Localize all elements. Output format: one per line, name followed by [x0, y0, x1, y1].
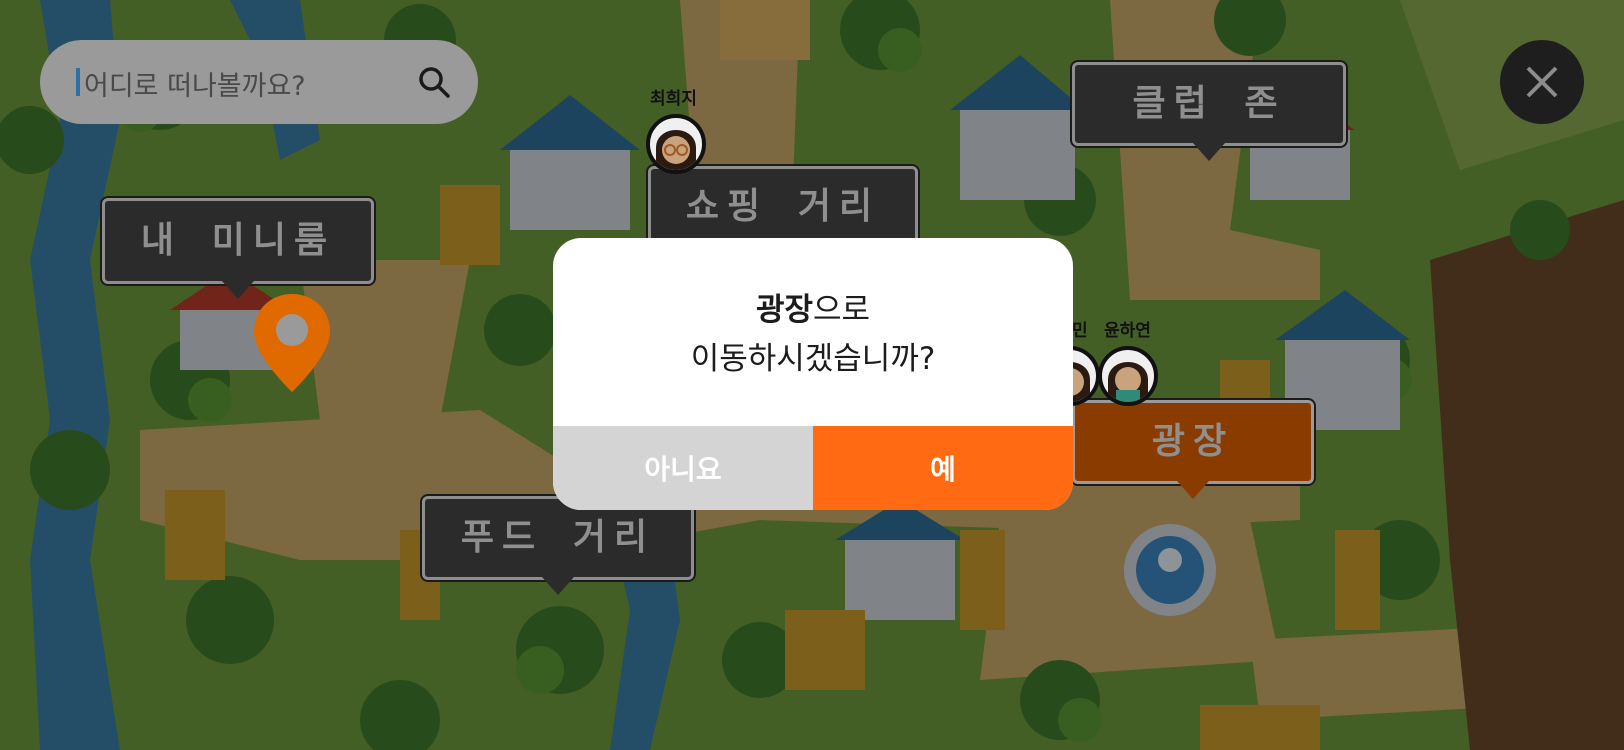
dialog-destination: 광장	[755, 292, 813, 328]
search-icon[interactable]	[416, 64, 452, 100]
sign-tail	[222, 281, 254, 299]
dialog-question: 이동하시겠습니까?	[690, 341, 936, 377]
sign-plaza[interactable]: 광장	[1072, 400, 1314, 499]
sign-food-label: 푸드 거리	[460, 517, 656, 558]
sign-my-room-label: 내 미니룸	[140, 220, 336, 261]
player-name: 윤하연	[1104, 321, 1151, 341]
sign-club-zone[interactable]: 클럽 존	[1072, 62, 1346, 161]
sign-shopping-label: 쇼핑 거리	[685, 186, 881, 227]
player-avatar[interactable]	[646, 114, 706, 174]
text-caret	[76, 68, 80, 96]
sign-tail	[1177, 481, 1209, 499]
sign-club-label: 클럽 존	[1132, 83, 1286, 124]
search-bar[interactable]: 어디로 떠나볼까요?	[40, 40, 478, 124]
sign-tail	[542, 577, 574, 595]
player-name: 최희지	[650, 89, 697, 109]
confirm-dialog: 광장으로 이동하시겠습니까? 아니요 예	[553, 238, 1073, 510]
dialog-suffix: 으로	[813, 292, 871, 328]
close-icon	[1526, 66, 1558, 98]
dialog-message: 광장으로 이동하시겠습니까?	[553, 286, 1073, 384]
player-avatar[interactable]	[1098, 346, 1158, 406]
sign-plaza-label: 광장	[1151, 421, 1235, 462]
sign-tail	[1193, 143, 1225, 161]
player-name: 민	[1072, 321, 1088, 341]
search-input[interactable]: 어디로 떠나볼까요?	[84, 64, 306, 103]
sign-my-room[interactable]: 내 미니룸	[102, 198, 374, 299]
no-button[interactable]: 아니요	[553, 426, 813, 510]
close-button[interactable]	[1500, 40, 1584, 124]
location-pin-icon	[254, 294, 330, 392]
yes-button[interactable]: 예	[813, 426, 1073, 510]
sign-shopping-street[interactable]: 쇼핑 거리	[648, 166, 918, 248]
